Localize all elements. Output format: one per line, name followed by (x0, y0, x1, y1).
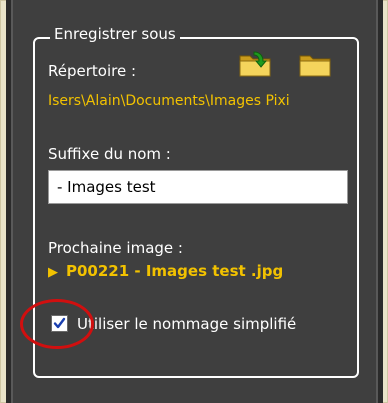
play-arrow-icon: ▶ (48, 265, 58, 280)
next-image-label: Prochaine image : (48, 239, 183, 257)
folder-icon[interactable] (298, 50, 332, 78)
group-title: Enregistrer sous (50, 24, 180, 44)
name-suffix-input[interactable]: - Images test (48, 170, 348, 204)
directory-path: Isers\Alain\Documents\Images Pixi (48, 93, 290, 109)
simplified-naming-label[interactable]: Utiliser le nommage simplifié (77, 314, 296, 334)
next-image-name: ▶ P00221 - Images test .jpg (48, 260, 283, 284)
next-image-filename: P00221 - Images test .jpg (66, 262, 284, 280)
name-suffix-label: Suffixe du nom : (48, 145, 171, 163)
checkmark-icon (53, 317, 66, 329)
directory-label: Répertoire : (48, 62, 137, 80)
left-border (6, 0, 13, 403)
right-border (376, 0, 383, 403)
folder-open-arrow-icon[interactable] (238, 50, 272, 78)
simplified-naming-checkbox[interactable] (51, 315, 68, 332)
